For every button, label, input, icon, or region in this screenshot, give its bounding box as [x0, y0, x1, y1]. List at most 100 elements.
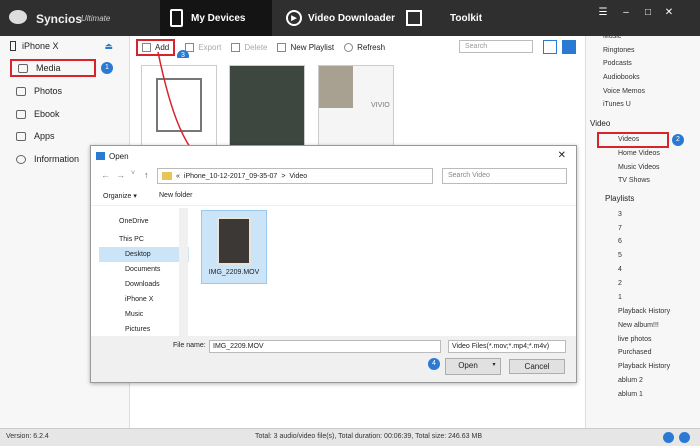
nav-label: Ebook	[34, 109, 60, 119]
video-thumb[interactable]: VIVIO	[318, 65, 394, 147]
playlist-icon	[277, 42, 287, 52]
back-arrow-icon[interactable]: ←	[101, 170, 110, 180]
playlist-item[interactable]: 2	[618, 280, 622, 287]
category-itunes-u[interactable]: iTunes U	[603, 101, 631, 108]
file-thumbnail	[217, 217, 251, 265]
category-podcasts[interactable]: Podcasts	[603, 60, 632, 67]
dialog-icon	[96, 152, 105, 160]
organize-button[interactable]: Organize ▾	[103, 192, 137, 200]
grid-view-button[interactable]	[562, 40, 576, 54]
file-tile[interactable]: IMG_2209.MOV	[201, 210, 267, 284]
search-input[interactable]: Search	[459, 40, 533, 53]
facebook-icon[interactable]	[663, 432, 674, 443]
play-icon: ▶	[286, 10, 302, 26]
file-type-select[interactable]: Video Files(*.mov;*.mp4;*.m4v)	[448, 340, 566, 353]
path-overflow[interactable]: «	[176, 173, 180, 180]
delete-button[interactable]: Delete	[231, 42, 267, 52]
phone-icon	[170, 9, 183, 27]
phone-icon	[10, 41, 16, 51]
playlist-item[interactable]: 7	[618, 225, 622, 232]
info-icon	[16, 154, 26, 164]
category-home-videos[interactable]: Home Videos	[618, 150, 660, 157]
nav-ebook[interactable]: Ebook	[10, 105, 120, 123]
cancel-button[interactable]: Cancel	[509, 359, 565, 374]
nav-apps[interactable]: Apps	[10, 127, 120, 145]
tree-this-pc[interactable]: This PC	[99, 232, 189, 247]
playlist-item[interactable]: Playback History	[618, 308, 670, 315]
twitter-icon[interactable]	[679, 432, 690, 443]
open-dropdown-icon[interactable]: ▾	[490, 361, 498, 372]
nav-label: Media	[36, 63, 61, 73]
tab-toolkit[interactable]: Toolkit	[406, 0, 496, 36]
tree-downloads[interactable]: Downloads	[99, 277, 189, 292]
device-selector[interactable]: iPhone X ⏏	[0, 36, 130, 56]
tree-music[interactable]: Music	[99, 307, 189, 322]
category-ringtones[interactable]: Ringtones	[603, 47, 635, 54]
tree-pictures[interactable]: Pictures	[99, 322, 189, 337]
dialog-command-bar: Organize ▾ New folder	[91, 188, 576, 206]
path-segment[interactable]: Video	[289, 173, 307, 180]
category-music-videos[interactable]: Music Videos	[618, 164, 660, 171]
playlist-item[interactable]: 3	[618, 211, 622, 218]
folder-icon	[162, 172, 172, 180]
summary-label: Total: 3 audio/video file(s), Total dura…	[255, 433, 482, 440]
dialog-close-icon[interactable]: ✕	[558, 150, 566, 161]
nav-media[interactable]: Media	[10, 59, 96, 77]
dialog-footer: File name: IMG_2209.MOV Video Files(*.mo…	[91, 336, 576, 382]
minimize-button[interactable]: –	[619, 6, 633, 20]
address-bar[interactable]: « iPhone_10-12-2017_09-35-07 > Video	[157, 168, 433, 184]
apps-icon	[16, 131, 26, 141]
category-voice-memos[interactable]: Voice Memos	[603, 88, 645, 95]
path-segment[interactable]: iPhone_10-12-2017_09-35-07	[184, 173, 277, 180]
eject-icon[interactable]: ⏏	[105, 41, 114, 52]
list-view-button[interactable]	[543, 40, 557, 54]
tree-iphone-x[interactable]: iPhone X	[99, 292, 189, 307]
refresh-button[interactable]: Refresh	[344, 42, 385, 52]
playlist-item[interactable]: ablum 1	[618, 391, 643, 398]
tree-documents[interactable]: Documents	[99, 262, 189, 277]
playlist-item[interactable]: 1	[618, 294, 622, 301]
category-videos[interactable]: Videos	[597, 132, 669, 148]
new-playlist-button[interactable]: New Playlist	[277, 42, 334, 52]
tab-video-downloader[interactable]: ▶ Video Downloader	[286, 0, 396, 36]
dialog-search-input[interactable]: Search Video	[442, 168, 567, 184]
video-thumb[interactable]	[229, 65, 305, 147]
history-dropdown-icon[interactable]: ˅	[131, 170, 135, 177]
playlist-item[interactable]: 6	[618, 238, 622, 245]
file-name-label: IMG_2209.MOV	[208, 269, 260, 276]
playlist-item[interactable]: live photos	[618, 336, 651, 343]
close-button[interactable]: ✕	[662, 6, 676, 20]
tab-my-devices[interactable]: My Devices	[160, 0, 272, 36]
path-separator: >	[281, 172, 286, 180]
file-name-field-label: File name:	[173, 342, 206, 349]
thumb-caption: VIVIO	[371, 102, 390, 109]
step-badge-4: 4	[428, 358, 440, 370]
tree-onedrive[interactable]: OneDrive	[99, 214, 189, 229]
new-folder-button[interactable]: New folder	[159, 192, 192, 199]
thumb-image	[319, 66, 353, 108]
maximize-button[interactable]: □	[641, 6, 655, 20]
tab-label: My Devices	[191, 12, 246, 24]
category-tv-shows[interactable]: TV Shows	[618, 177, 650, 184]
file-name-input[interactable]: IMG_2209.MOV	[209, 340, 441, 353]
menu-button[interactable]: ☰	[596, 6, 610, 20]
playlist-item[interactable]: 5	[618, 252, 622, 259]
playlist-item[interactable]: Playback History	[618, 363, 670, 370]
nav-photos[interactable]: Photos	[10, 82, 120, 100]
nav-label: Photos	[34, 86, 63, 96]
device-name: iPhone X	[22, 41, 59, 51]
syncios-logo-icon	[9, 10, 27, 24]
grid-icon	[406, 10, 422, 26]
category-music[interactable]: Music	[603, 33, 621, 40]
playlist-item[interactable]: ablum 2	[618, 377, 643, 384]
playlist-item[interactable]: Purchased	[618, 349, 651, 356]
category-audiobooks[interactable]: Audiobooks	[603, 74, 640, 81]
tree-desktop[interactable]: Desktop	[99, 247, 189, 262]
tree-scrollbar[interactable]	[179, 208, 188, 336]
nav-label: Information	[34, 154, 80, 164]
playlist-item[interactable]: New album!!!	[618, 322, 659, 329]
forward-arrow-icon[interactable]: →	[116, 170, 125, 180]
playlist-item[interactable]: 4	[618, 266, 622, 273]
up-arrow-icon[interactable]: ↑	[144, 170, 149, 180]
folder-tree: OneDrive This PC Desktop Documents Downl…	[99, 214, 189, 336]
